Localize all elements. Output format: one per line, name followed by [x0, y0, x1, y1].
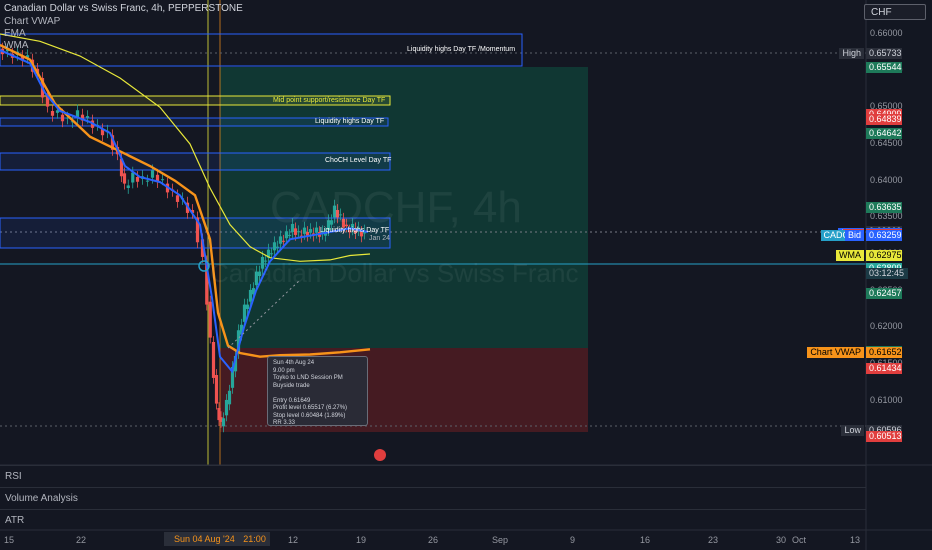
- price-scale-label: 0.62000: [870, 321, 903, 332]
- x-axis-label: 30: [776, 535, 787, 545]
- countdown-label: 03:12:45: [866, 268, 908, 279]
- x-axis-label: 13: [850, 535, 861, 545]
- trade-note-line: Profit level 0.65517 (6.27%): [273, 405, 348, 411]
- watermark-name: Canadian Dollar vs Swiss Franc: [210, 258, 578, 288]
- trade-note-line: Buyside trade: [273, 382, 310, 389]
- x-axis-label: 19: [356, 535, 367, 545]
- x-axis-label: 23: [708, 535, 719, 545]
- selected-date-badge: Sun 04 Aug '24 21:00: [164, 532, 270, 546]
- currency-selector[interactable]: CHF: [864, 4, 926, 20]
- pane-rsi[interactable]: RSI: [0, 465, 866, 487]
- price-tag-green3: 0.62457: [866, 288, 902, 300]
- chart-area[interactable]: CADCHF, 4h Canadian Dollar vs Swiss Fran…: [0, 0, 932, 550]
- price-scale-label: 0.61000: [870, 394, 903, 405]
- price-label-low: Low: [841, 424, 864, 436]
- price-tag-red3: 0.61434: [866, 363, 902, 375]
- candle-body: [269, 253, 274, 255]
- candle-body: [275, 246, 280, 248]
- x-axis-label: 12: [288, 535, 299, 545]
- trade-note-line: Entry 0.61649: [273, 397, 311, 404]
- x-axis-label: 9: [570, 535, 576, 545]
- candle-body: [175, 195, 180, 202]
- candle-body: [248, 289, 253, 302]
- candle-body: [131, 172, 135, 183]
- symbol-title[interactable]: Canadian Dollar vs Swiss Franc, 4h, PEPP…: [4, 3, 243, 14]
- price-tag-green2: 0.63635: [866, 201, 902, 213]
- selected-time: 21:00: [243, 534, 266, 544]
- candle-body: [208, 301, 212, 338]
- zone-label-mid-point: Mid point support/resistance Day TF: [273, 97, 386, 104]
- trade-note-line: [273, 390, 362, 398]
- trade-note-line: 9.00 pm: [273, 367, 295, 374]
- trade-note-line: RR 3.33: [273, 420, 296, 426]
- price-label-bid: Bid: [844, 229, 864, 241]
- indicator-wma[interactable]: WMA: [4, 40, 28, 51]
- price-tag-High: 0.65733: [866, 48, 902, 60]
- candle-body: [135, 177, 140, 182]
- candle-body: [214, 375, 219, 404]
- x-axis-label: Sep: [492, 535, 509, 545]
- price-label-High: High: [839, 48, 864, 60]
- x-axis-label: 26: [428, 535, 439, 545]
- price-tag-wma: 0.62975: [866, 250, 902, 262]
- candle-body: [278, 236, 283, 244]
- candle-body: [272, 242, 277, 251]
- candle-body: [224, 399, 229, 416]
- indicator-ema[interactable]: EMA: [4, 28, 26, 39]
- zone-label-liquidity-highs: Liquidity highs Day TF: [315, 118, 385, 125]
- price-tag-red2: 0.64839: [866, 113, 902, 125]
- trade-note-line: Toyko to LND Session PM: [273, 375, 343, 381]
- price-tag-bid: 0.63259: [866, 229, 902, 241]
- candle-body: [211, 342, 216, 378]
- watermark-ticker: CADCHF, 4h: [270, 183, 522, 232]
- trade-note-line: Stop level 0.60484 (1.89%): [273, 412, 346, 419]
- candle-body: [50, 111, 55, 116]
- price-tag-green1: 0.64642: [866, 128, 902, 140]
- price-scale-label: 0.64000: [870, 174, 903, 185]
- x-axis-label: 15: [4, 535, 15, 545]
- candle-body: [281, 240, 286, 242]
- price-label-vwap: Chart VWAP: [807, 347, 864, 359]
- price-tag-vwap: 0.61652: [866, 347, 902, 359]
- event-flag-icon[interactable]: [374, 449, 386, 461]
- candle-body: [221, 418, 226, 427]
- pane-volume-analysis[interactable]: Volume Analysis: [0, 487, 866, 509]
- indicator-vwap[interactable]: Chart VWAP: [4, 16, 60, 27]
- zone-side-label: Jan 24: [369, 235, 391, 242]
- candle-body: [287, 234, 292, 236]
- candle-body: [160, 179, 165, 181]
- candle-body: [284, 231, 289, 239]
- trade-note[interactable]: Sun 4th Aug 24 9.00 pm Toyko to LND Sessio…: [267, 356, 368, 426]
- price-label-wma: WMA: [836, 250, 864, 262]
- x-axis-label: Oct: [792, 535, 807, 545]
- candle-body: [245, 304, 250, 309]
- price-tag-stop: 0.60513: [866, 430, 902, 442]
- candle-body: [60, 114, 65, 122]
- selected-date: Sun 04 Aug '24: [174, 534, 235, 544]
- price-scale-label: 0.66000: [870, 28, 903, 38]
- price-scale-label: 0.64500: [870, 138, 903, 148]
- trade-note-line: Sun 4th Aug 24: [273, 360, 315, 366]
- pane-atr[interactable]: ATR: [0, 509, 866, 531]
- x-axis-label: 22: [76, 535, 87, 545]
- candle-body: [85, 116, 90, 118]
- x-axis-label: 16: [640, 535, 651, 545]
- candle-body: [145, 180, 150, 182]
- zone-label-liquidity-momentum: Liquidity highs Day TF /Momentum: [407, 46, 516, 53]
- zone-label-choch: ChoCH Level Day TF: [325, 157, 392, 164]
- candle-body: [126, 185, 130, 188]
- candle-body: [227, 390, 232, 405]
- candle-body: [150, 170, 155, 178]
- price-tag-target: 0.65544: [866, 61, 902, 73]
- candle-body: [122, 173, 127, 184]
